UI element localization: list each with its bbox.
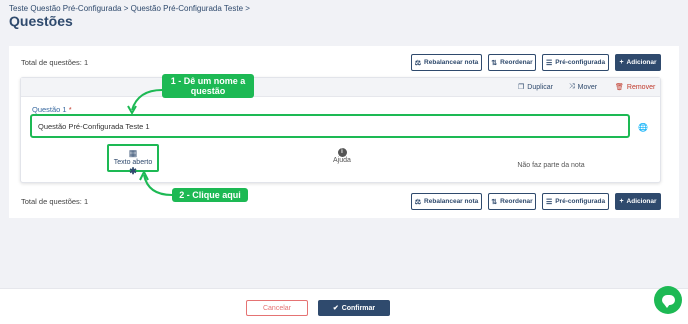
remove-label: Remover — [626, 83, 656, 91]
duplicate-label: Duplicar — [527, 83, 553, 91]
breadcrumb-item-survey[interactable]: Teste Questão Pré-Configurada — [9, 4, 122, 13]
callout-step1: 1 - Dê um nome a questão — [162, 74, 254, 98]
help-label: Ajuda — [333, 157, 351, 164]
copy-icon: ❐ — [518, 84, 525, 91]
help-option[interactable]: i Ajuda — [322, 148, 362, 164]
sort-icon: ⇅ — [491, 59, 498, 67]
add-label: Adicionar — [626, 198, 657, 205]
rebalance-button[interactable]: ⚖ Rebalancear nota — [411, 54, 482, 71]
required-mark: * — [68, 105, 72, 114]
preconfigured-label: Pré-configurada — [555, 198, 606, 205]
total-questions-bottom: Total de questões: 1 — [21, 197, 89, 206]
confirm-button[interactable]: ✔ Confirmar — [318, 300, 390, 316]
duplicate-button[interactable]: ❐ Duplicar — [518, 83, 553, 92]
add-label: Adicionar — [626, 59, 657, 66]
not-graded-option[interactable]: Não faz parte da nota — [506, 162, 596, 169]
scale-icon: ⚖ — [414, 198, 422, 206]
breadcrumb: Teste Questão Pré-Configurada > Questão … — [9, 4, 250, 13]
add-button-bottom[interactable]: + Adicionar — [615, 193, 661, 210]
question-label: Questão 1 * — [32, 105, 72, 114]
question-action-bar: ❐ Duplicar ⤨ Mover 🗑 Remover — [21, 78, 660, 97]
add-button[interactable]: + Adicionar — [615, 54, 661, 71]
reorder-button[interactable]: ⇅ Reordenar — [488, 54, 536, 71]
question-label-text: Questão 1 — [32, 105, 67, 114]
open-text-option[interactable]: ▦ Texto aberto ✱ — [107, 144, 159, 176]
total-questions-top: Total de questões: 1 — [21, 58, 89, 67]
reorder-button-bottom[interactable]: ⇅ Reordenar — [488, 193, 536, 210]
reorder-label: Reordenar — [500, 59, 533, 66]
callout-step2: 2 - Clique aqui — [172, 188, 248, 202]
remove-button[interactable]: 🗑 Remover — [615, 83, 656, 92]
preconfigured-button[interactable]: ☰ Pré-configurada — [542, 54, 609, 71]
globe-icon[interactable]: 🌐 — [638, 123, 648, 132]
open-text-label: Texto aberto — [113, 159, 153, 166]
arrow-icon — [139, 170, 173, 196]
chat-bubble-icon — [661, 295, 675, 308]
scale-icon: ⚖ — [414, 59, 422, 67]
rebalance-label: Rebalancear nota — [424, 198, 479, 205]
rebalance-button-bottom[interactable]: ⚖ Rebalancear nota — [411, 193, 482, 210]
preconfigured-label: Pré-configurada — [555, 59, 606, 66]
move-label: Mover — [577, 83, 598, 91]
plus-icon: + — [619, 59, 624, 66]
page-header: Teste Questão Pré-Configurada > Questão … — [0, 0, 688, 40]
cancel-button[interactable]: Cancelar — [246, 300, 308, 316]
callout-step1-line1: 1 - Dê um nome a — [170, 76, 246, 86]
list-icon: ☰ — [545, 198, 553, 206]
preconfigured-button-bottom[interactable]: ☰ Pré-configurada — [542, 193, 609, 210]
question-card: ❐ Duplicar ⤨ Mover 🗑 Remover Questão 1 *… — [20, 77, 661, 183]
confirm-label: Confirmar — [341, 304, 376, 312]
rebalance-label: Rebalancear nota — [424, 59, 479, 66]
chat-widget-button[interactable] — [654, 286, 682, 314]
breadcrumb-separator: > — [245, 4, 250, 13]
arrow-icon — [127, 89, 163, 116]
list-icon: ☰ — [545, 59, 553, 67]
reorder-label: Reordenar — [500, 198, 533, 205]
shuffle-icon: ⤨ — [569, 83, 575, 90]
page-title: Questões — [9, 13, 73, 29]
check-icon: ✔ — [332, 305, 339, 312]
sort-icon: ⇅ — [491, 198, 498, 206]
move-button[interactable]: ⤨ Mover — [569, 83, 597, 91]
info-icon: i — [337, 148, 347, 157]
breadcrumb-item-question[interactable]: Questão Pré-Configurada Teste — [131, 4, 243, 13]
breadcrumb-separator: > — [123, 4, 129, 13]
callout-step1-line2: questão — [190, 86, 226, 96]
question-title-input[interactable] — [30, 114, 630, 138]
trash-icon: 🗑 — [615, 84, 624, 91]
asterisk-icon: ✱ — [129, 166, 137, 176]
plus-icon: + — [619, 198, 624, 205]
grid-icon: ▦ — [128, 148, 138, 158]
